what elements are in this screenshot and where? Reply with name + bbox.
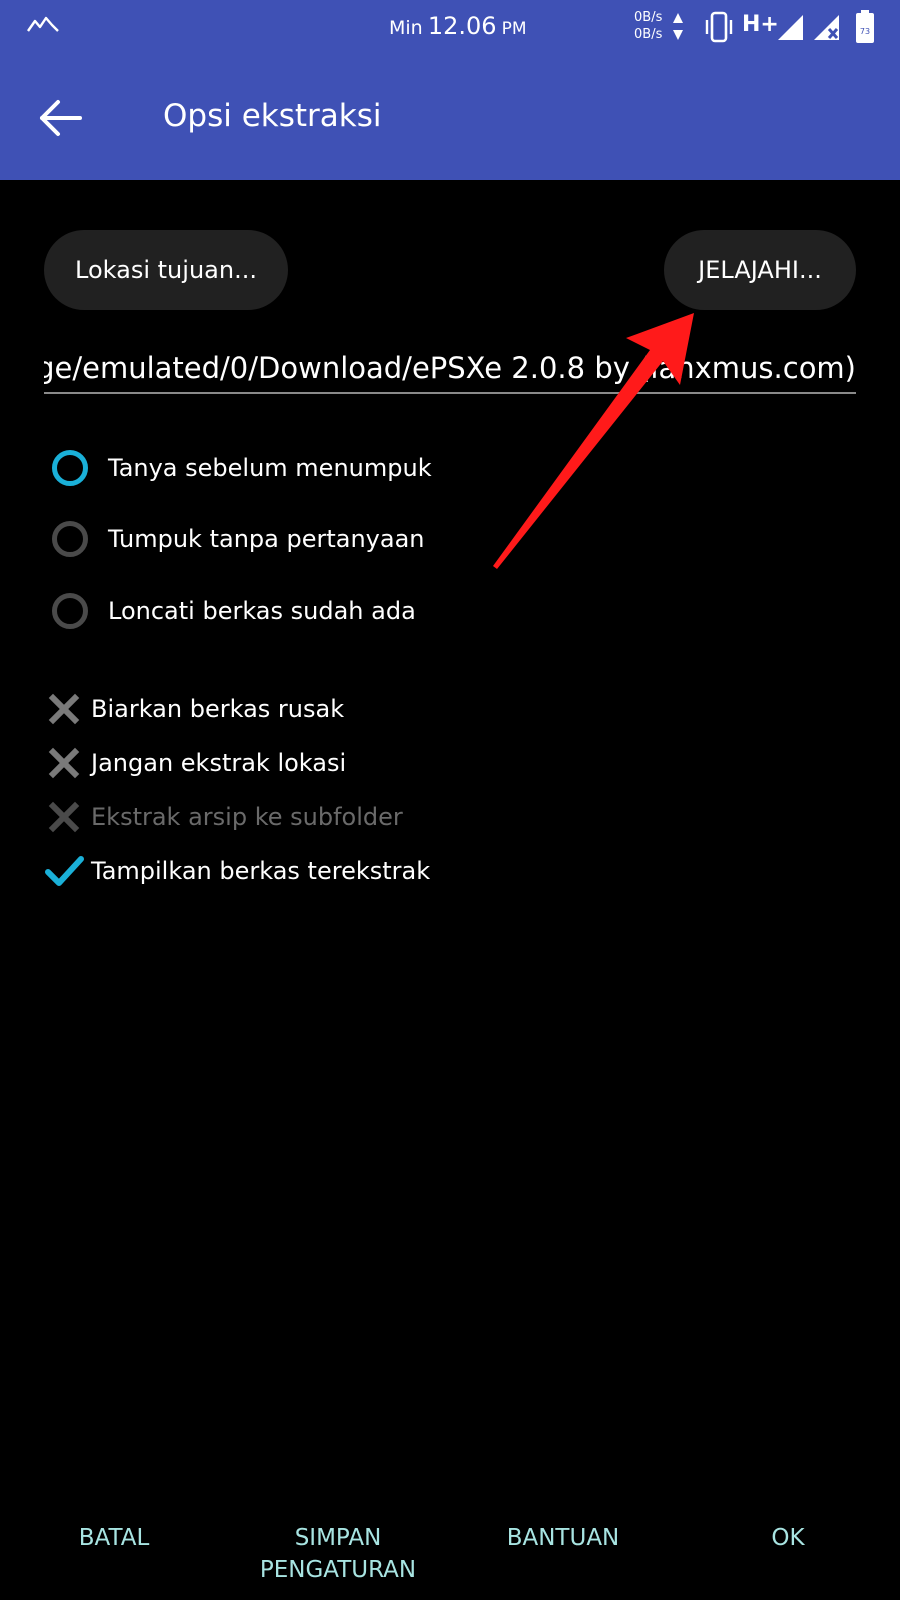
radio-overwrite-without-prompt[interactable]: Tumpuk tanpa pertanyaan — [52, 516, 425, 562]
option-extract-to-subfolder[interactable]: Ekstrak arsip ke subfolder — [44, 795, 403, 839]
network-type: H+ — [742, 12, 779, 37]
option-do-not-extract-paths[interactable]: Jangan ekstrak lokasi — [44, 741, 346, 785]
vibrate-icon — [705, 11, 733, 43]
radio-label: Loncati berkas sudah ada — [108, 597, 416, 625]
signal-icon — [778, 15, 803, 40]
battery-icon: 73 — [856, 10, 874, 43]
upload-speed: 0B/s — [634, 10, 663, 25]
status-bar: Min 12.06 PM 0B/s 0B/s H+ 73 — [0, 0, 900, 54]
radio-skip-existing-files[interactable]: Loncati berkas sudah ada — [52, 588, 416, 634]
destination-path-input[interactable]: /storage/emulated/0/Download/ePSXe 2.0.8… — [44, 348, 856, 394]
cancel-button[interactable]: BATAL — [70, 1522, 158, 1554]
status-ampm: PM — [501, 19, 527, 39]
browse-button[interactable]: JELAJAHI... — [664, 230, 856, 310]
notification-peaks-icon — [27, 16, 59, 32]
speed-arrows-icon — [673, 13, 683, 40]
option-label: Jangan ekstrak lokasi — [91, 749, 347, 777]
radio-unselected-icon — [52, 593, 88, 629]
radio-selected-icon — [52, 450, 88, 486]
option-label: Ekstrak arsip ke subfolder — [91, 803, 403, 831]
status-day: Min — [389, 17, 423, 39]
checkmark-icon — [45, 856, 84, 886]
download-speed: 0B/s — [634, 27, 663, 42]
option-show-extracted-files[interactable]: Tampilkan berkas terekstrak — [44, 849, 430, 893]
option-keep-broken-files[interactable]: Biarkan berkas rusak — [44, 687, 344, 731]
option-label: Biarkan berkas rusak — [91, 695, 345, 723]
cross-icon — [48, 747, 80, 779]
cross-icon — [48, 801, 80, 833]
battery-level: 73 — [860, 27, 870, 36]
ok-button[interactable]: OK — [764, 1522, 812, 1554]
radio-label: Tanya sebelum menumpuk — [108, 454, 432, 482]
radio-ask-before-overwrite[interactable]: Tanya sebelum menumpuk — [52, 445, 432, 491]
status-time: Min 12.06 PM — [389, 12, 527, 40]
option-label: Tampilkan berkas terekstrak — [91, 857, 431, 885]
save-settings-line1: SIMPAN — [294, 1525, 382, 1551]
radio-label: Tumpuk tanpa pertanyaan — [108, 525, 425, 553]
page-title: Opsi ekstraksi — [163, 98, 382, 134]
radio-unselected-icon — [52, 521, 88, 557]
app-bar: Opsi ekstraksi — [0, 54, 900, 180]
signal-no-data-icon — [814, 15, 839, 40]
arrow-back-icon — [40, 100, 82, 136]
cross-icon — [48, 693, 80, 725]
save-settings-button[interactable]: SIMPAN PENGATURAN — [250, 1522, 426, 1586]
help-button[interactable]: BANTUAN — [498, 1522, 628, 1554]
status-clock: 12.06 — [427, 12, 497, 40]
destination-path-value: /storage/emulated/0/Download/ePSXe 2.0.8… — [44, 351, 856, 385]
network-speed: 0B/s 0B/s — [634, 9, 662, 43]
save-settings-line2: PENGATURAN — [259, 1557, 417, 1583]
back-button[interactable] — [36, 94, 84, 142]
destination-location-button[interactable]: Lokasi tujuan... — [44, 230, 288, 310]
